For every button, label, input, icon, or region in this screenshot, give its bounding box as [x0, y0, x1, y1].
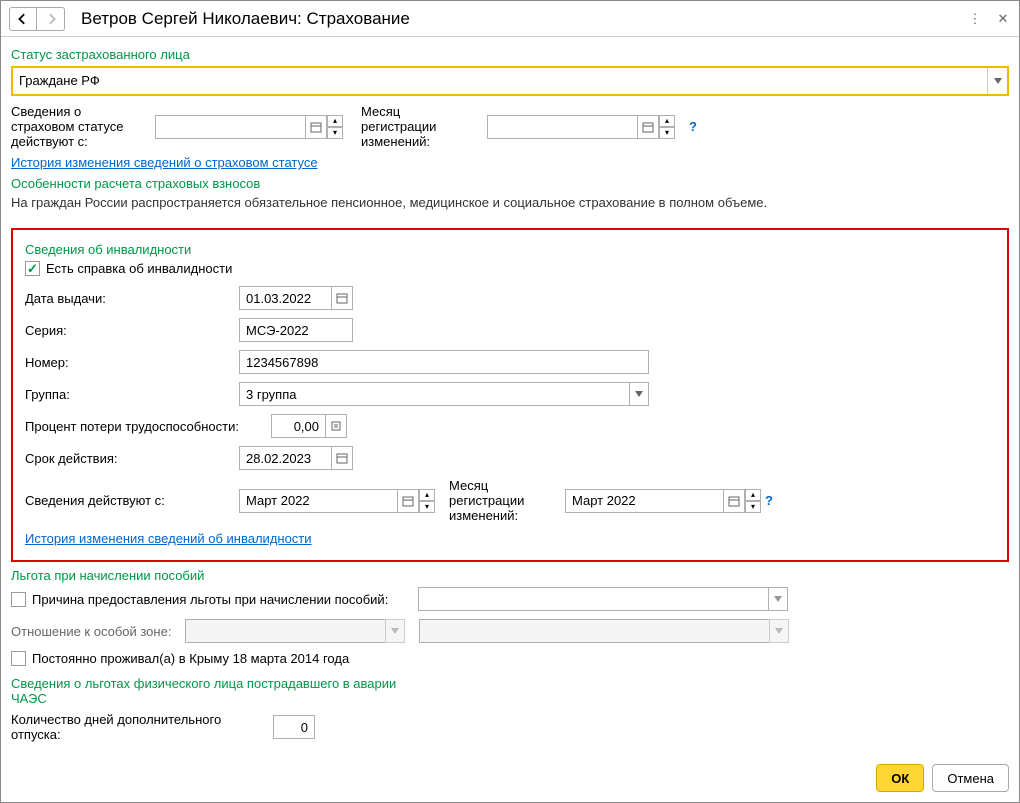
forward-button[interactable]	[37, 7, 65, 31]
status-month-down[interactable]: ▾	[659, 127, 675, 139]
status-month-input[interactable]	[487, 115, 637, 139]
days-input[interactable]	[273, 715, 315, 739]
number-input[interactable]	[239, 350, 649, 374]
has-cert-checkbox[interactable]	[25, 261, 40, 276]
status-input[interactable]	[13, 68, 987, 92]
group-label: Группа:	[25, 387, 239, 402]
status-from-input[interactable]	[155, 115, 305, 139]
zone-dropdown-button	[385, 619, 405, 643]
ok-button[interactable]: ОК	[876, 764, 924, 792]
reason-input[interactable]	[418, 587, 768, 611]
has-cert-label: Есть справка об инвалидности	[46, 261, 232, 276]
valid-until-calendar-icon[interactable]	[331, 446, 353, 470]
issue-date-label: Дата выдачи:	[25, 291, 239, 306]
issue-date-input[interactable]	[239, 286, 331, 310]
valid-until-label: Срок действия:	[25, 451, 239, 466]
zone-input-2	[419, 619, 769, 643]
close-icon[interactable]: ✕	[995, 11, 1011, 27]
status-history-link[interactable]: История изменения сведений о страховом с…	[11, 155, 318, 170]
window-header: Ветров Сергей Николаевич: Страхование ⋮ …	[1, 1, 1019, 37]
effective-from-down[interactable]: ▾	[419, 501, 435, 513]
zone-dropdown-button-2	[769, 619, 789, 643]
button-bar: ОК Отмена	[876, 764, 1009, 792]
valid-until-input[interactable]	[239, 446, 331, 470]
disability-section: Сведения об инвалидности Есть справка об…	[11, 228, 1009, 562]
status-combo[interactable]	[11, 66, 1009, 96]
effective-from-calendar-icon[interactable]	[397, 489, 419, 513]
percent-input[interactable]	[271, 414, 325, 438]
percent-calc-icon[interactable]	[325, 414, 347, 438]
crimea-label: Постоянно проживал(а) в Крыму 18 марта 2…	[32, 651, 349, 666]
zone-input	[185, 619, 385, 643]
status-from-calendar-icon[interactable]	[305, 115, 327, 139]
group-dropdown-button[interactable]	[629, 382, 649, 406]
zone-label: Отношение к особой зоне:	[11, 624, 185, 639]
group-input[interactable]	[239, 382, 629, 406]
crimea-checkbox[interactable]	[11, 651, 26, 666]
reg-month-down[interactable]: ▾	[745, 501, 761, 513]
effective-from-up[interactable]: ▴	[419, 489, 435, 501]
cancel-button[interactable]: Отмена	[932, 764, 1009, 792]
issue-date-calendar-icon[interactable]	[331, 286, 353, 310]
status-month-up[interactable]: ▴	[659, 115, 675, 127]
reg-month-up[interactable]: ▴	[745, 489, 761, 501]
percent-label: Процент потери трудоспособности:	[25, 419, 271, 434]
help-icon-2[interactable]: ?	[765, 493, 773, 508]
window-title: Ветров Сергей Николаевич: Страхование	[81, 9, 967, 29]
reason-dropdown-button[interactable]	[768, 587, 788, 611]
series-label: Серия:	[25, 323, 239, 338]
features-text: На граждан России распространяется обяза…	[11, 195, 1009, 210]
reason-checkbox[interactable]	[11, 592, 26, 607]
reason-label: Причина предоставления льготы при начисл…	[32, 592, 418, 607]
reg-month-input[interactable]	[565, 489, 723, 513]
effective-from-label: Сведения действуют с:	[25, 493, 239, 508]
features-label: Особенности расчета страховых взносов	[11, 176, 1009, 191]
status-month-calendar-icon[interactable]	[637, 115, 659, 139]
benefit-label: Льгота при начислении пособий	[11, 568, 1009, 583]
disability-history-link[interactable]: История изменения сведений об инвалиднос…	[25, 531, 312, 546]
help-icon[interactable]: ?	[689, 119, 697, 134]
disability-label: Сведения об инвалидности	[25, 242, 995, 257]
status-from-up[interactable]: ▴	[327, 115, 343, 127]
days-label: Количество дней дополнительного отпуска:	[11, 712, 273, 742]
effective-from-input[interactable]	[239, 489, 397, 513]
status-from-down[interactable]: ▾	[327, 127, 343, 139]
reg-month-label: Месяц регистрации изменений:	[449, 478, 565, 523]
reg-month-calendar-icon[interactable]	[723, 489, 745, 513]
status-from-label: Сведения о страховом статусе действуют с…	[11, 104, 145, 149]
chaes-label: Сведения о льготах физического лица пост…	[11, 676, 411, 706]
status-section-label: Статус застрахованного лица	[11, 47, 1009, 62]
status-month-label: Месяц регистрации изменений:	[361, 104, 477, 149]
more-icon[interactable]: ⋮	[967, 11, 983, 27]
series-input[interactable]	[239, 318, 353, 342]
status-dropdown-button[interactable]	[987, 68, 1007, 94]
number-label: Номер:	[25, 355, 239, 370]
back-button[interactable]	[9, 7, 37, 31]
